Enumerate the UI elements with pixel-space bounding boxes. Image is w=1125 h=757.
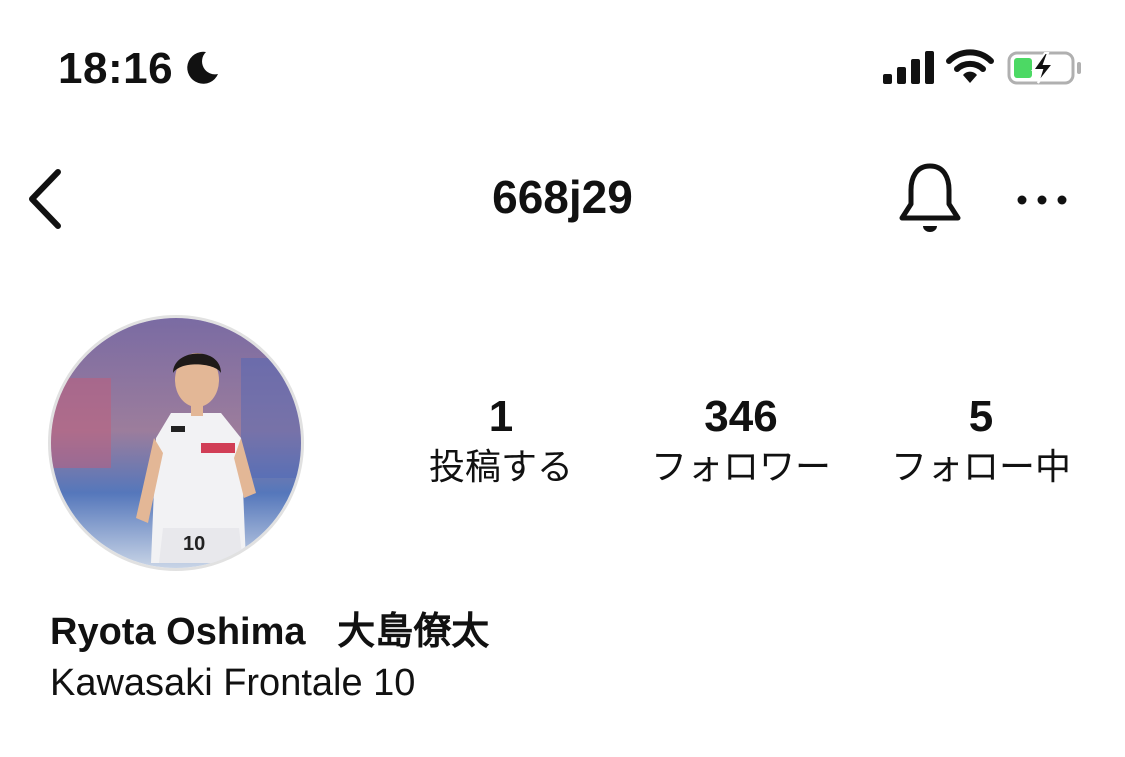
followers-count-value: 346 [704, 392, 778, 441]
profile-photo: 10 [51, 318, 301, 568]
bio-text: Kawasaki Frontale 10 [50, 662, 416, 704]
followers-count[interactable]: 346 フォロワー [621, 390, 861, 492]
following-count[interactable]: 5 フォロー中 [861, 390, 1101, 492]
moon-icon [187, 51, 218, 84]
cellular-signal-icon [883, 51, 934, 84]
svg-text:10: 10 [183, 533, 205, 555]
following-count-value: 5 [968, 392, 994, 441]
posts-count-label: 投稿する [428, 447, 573, 488]
ellipsis-icon[interactable] [1014, 188, 1070, 212]
avatar[interactable]: 10 [48, 315, 304, 571]
status-time: 18:16 [58, 44, 174, 93]
posts-count-value: 1 [488, 392, 514, 441]
battery-charging-icon [1007, 51, 1081, 85]
following-count-label: フォロー中 [890, 447, 1071, 488]
display-name: Ryota Oshima 大島僚太 [50, 611, 490, 653]
wifi-icon [946, 49, 994, 83]
followers-count-label: フォロワー [650, 447, 831, 488]
bell-icon[interactable] [898, 162, 962, 236]
posts-count[interactable]: 1 投稿する [381, 390, 621, 492]
